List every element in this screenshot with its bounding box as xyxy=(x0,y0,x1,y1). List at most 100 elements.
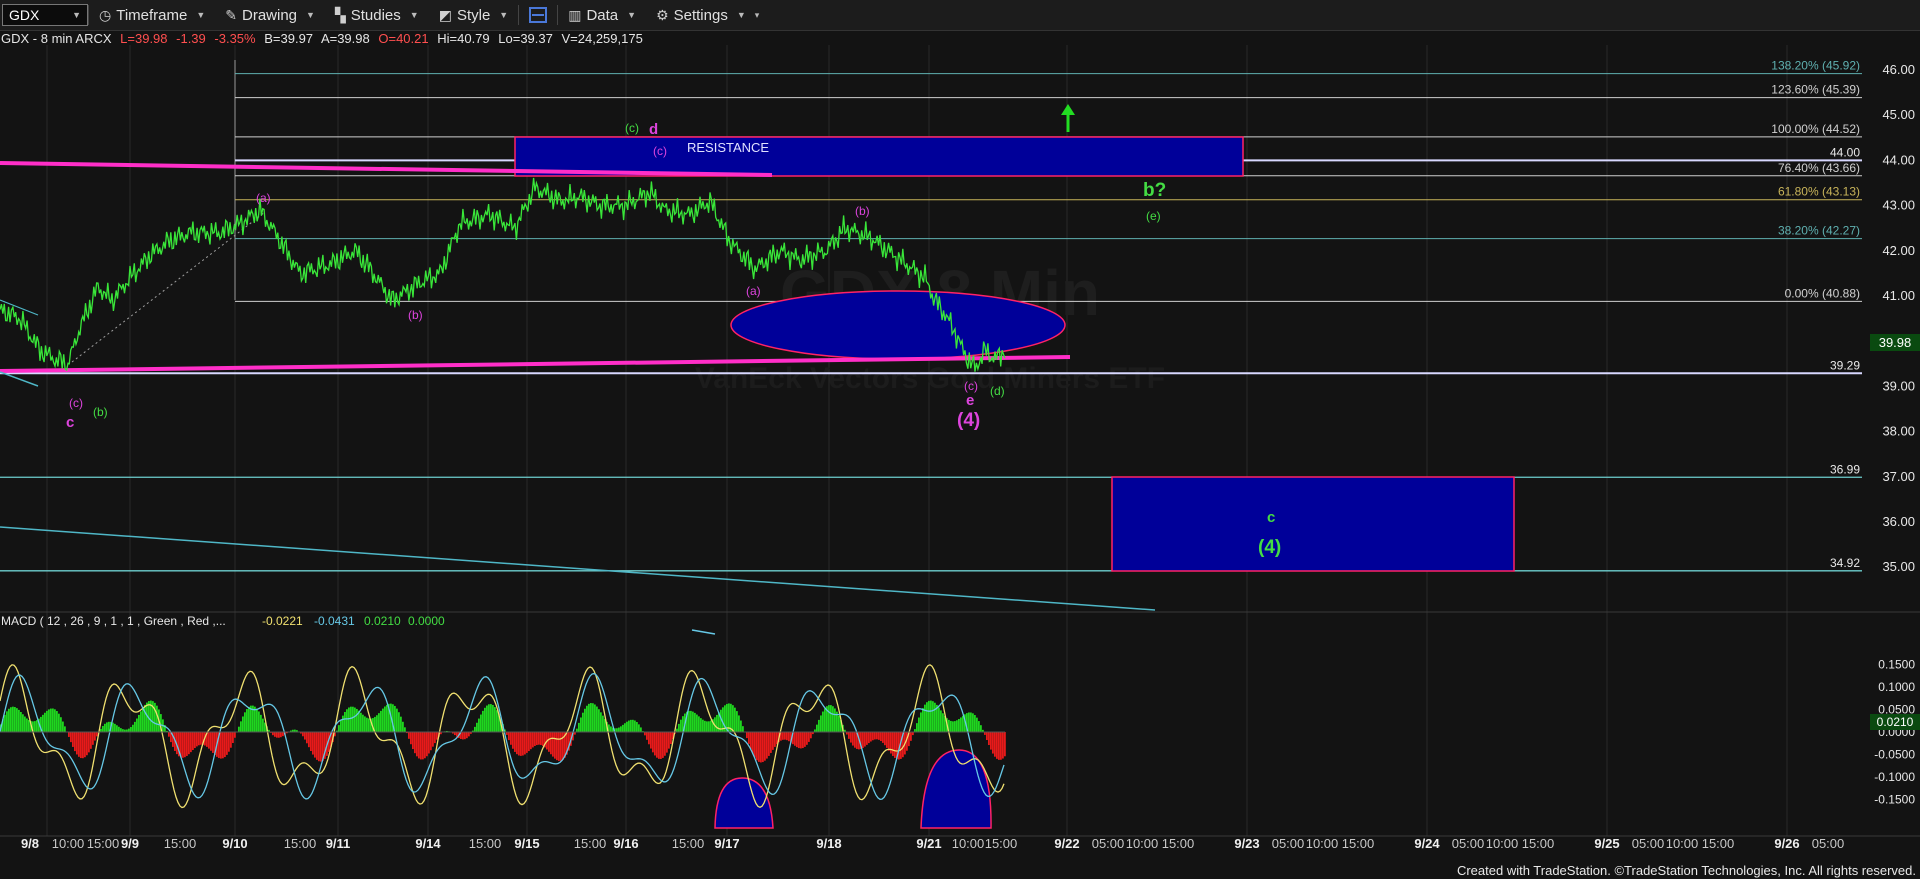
macd-histogram-bar xyxy=(680,719,682,732)
time-tick-label: 15:00 xyxy=(672,836,705,851)
settings-menu[interactable]: ⚙ Settings ▼ ▾ xyxy=(646,0,769,30)
time-tick-label: 15:00 xyxy=(1522,836,1555,851)
macd-histogram-bar xyxy=(562,732,564,760)
fib-level-label: 0.00% (40.88) xyxy=(1785,286,1860,300)
chevron-down-icon: ▼ xyxy=(72,10,81,20)
macd-histogram-bar xyxy=(656,732,658,758)
macd-histogram-bar xyxy=(810,732,812,739)
macd-histogram-bar xyxy=(942,713,944,732)
macd-histogram-bar xyxy=(852,732,854,746)
time-tick-label: 9/26 xyxy=(1774,836,1799,851)
macd-histogram-bar xyxy=(62,721,64,732)
macd-tick-label: 0.1000 xyxy=(1878,680,1915,694)
macd-histogram-bar xyxy=(78,732,80,757)
macd-histogram-bar xyxy=(514,732,516,752)
macd-histogram-bar xyxy=(688,710,690,732)
macd-histogram-bar xyxy=(702,719,704,732)
price-tick-label: 44.00 xyxy=(1882,152,1915,167)
macd-histogram-bar xyxy=(246,709,248,732)
support-ellipse[interactable] xyxy=(730,290,1066,360)
macd-histogram-bar xyxy=(104,723,106,732)
wave-label: (b) xyxy=(855,204,870,218)
price-chart[interactable]: GDX 8 Min VanEck Vectors Gold Miners ETF… xyxy=(0,0,1920,879)
time-tick-label: 10:00 xyxy=(1486,836,1519,851)
data-menu[interactable]: ▥ Data ▼ xyxy=(558,0,646,30)
level-label: 36.99 xyxy=(1830,462,1860,476)
macd-histogram-bar xyxy=(892,732,894,756)
macd-histogram-bar xyxy=(996,732,998,759)
macd-histogram-bar xyxy=(894,732,896,758)
macd-histogram-bar xyxy=(644,732,646,736)
price-axis[interactable]: 46.0045.0044.0043.0042.0041.0040.0039.00… xyxy=(1882,62,1915,574)
macd-histogram-bar xyxy=(464,732,466,740)
macd-histogram-bar xyxy=(258,711,260,732)
fib-level-label: 123.60% (45.39) xyxy=(1771,83,1860,97)
macd-histogram-bar xyxy=(828,705,830,732)
macd-histogram-bar xyxy=(560,732,562,761)
fib-level-label: 61.80% (43.13) xyxy=(1778,185,1860,199)
macd-histogram-bar xyxy=(756,732,758,761)
symbol-selector[interactable]: GDX ▼ xyxy=(2,4,88,26)
macd-histogram-bar xyxy=(950,720,952,732)
price-tick-label: 42.00 xyxy=(1882,243,1915,258)
macd-histogram-bar xyxy=(784,732,786,740)
timeframe-menu[interactable]: ◷ Timeframe ▼ xyxy=(89,0,215,30)
cyan-trendline[interactable] xyxy=(0,526,1156,611)
macd-histogram-bar xyxy=(916,723,918,732)
macd-histogram-bar xyxy=(382,708,384,732)
chevron-down-icon: ▼ xyxy=(409,10,419,20)
fib-level-label: 76.40% (43.66) xyxy=(1778,161,1860,175)
time-tick-label: 15:00 xyxy=(1162,836,1195,851)
macd-histogram-bar xyxy=(344,711,346,732)
macd-histogram-bar xyxy=(4,714,6,732)
macd-histogram-bar xyxy=(626,721,628,732)
macd-histogram-bar xyxy=(580,717,582,732)
time-tick-label: 9/11 xyxy=(326,836,351,851)
data-label: Data xyxy=(586,6,619,24)
drawing-menu[interactable]: ✎ Drawing ▼ xyxy=(215,0,325,30)
macd-histogram-bar xyxy=(648,732,650,745)
macd-histogram-bar xyxy=(932,701,934,732)
macd-histogram-bar xyxy=(548,732,550,752)
wave-label: (c) xyxy=(69,396,83,410)
macd-histogram-bar xyxy=(408,732,410,739)
macd-histogram-bar xyxy=(910,732,912,741)
macd-histogram-bar xyxy=(694,712,696,732)
resistance-label: RESISTANCE xyxy=(687,140,769,155)
cyan-trendline-left[interactable] xyxy=(0,299,39,316)
resistance-zone[interactable] xyxy=(514,136,1244,177)
macd-histogram-bar xyxy=(128,728,130,732)
wave-label: c xyxy=(1267,509,1275,526)
macd-histogram-bar xyxy=(940,710,942,732)
macd-histogram-bar xyxy=(478,718,480,732)
macd-histogram-bar xyxy=(48,709,50,732)
macd-histogram-bar xyxy=(834,708,836,732)
macd-histogram-bar xyxy=(424,732,426,759)
macd-histogram-bar xyxy=(248,706,250,732)
style-menu[interactable]: ◩ Style ▼ xyxy=(429,0,519,30)
macd-histogram-bar xyxy=(232,732,234,744)
studies-label: Studies xyxy=(350,6,401,24)
macd-histogram-bar xyxy=(538,732,540,745)
style-label: Style xyxy=(456,6,491,24)
chevron-down-icon: ▼ xyxy=(306,10,315,20)
target-zone[interactable] xyxy=(1111,476,1515,572)
studies-menu[interactable]: ▚ Studies ▼ xyxy=(325,0,429,30)
macd-histogram-bar xyxy=(456,732,458,737)
macd-histogram-bar xyxy=(954,721,956,732)
time-axis[interactable]: 9/8 10:00 15:00 9/9 15:00 9/10 15:00 9/11 9/14 15… xyxy=(21,836,1844,851)
macd-histogram-bar xyxy=(956,720,958,732)
macd-histogram-bar xyxy=(952,721,954,732)
time-tick-label: 9/21 xyxy=(916,836,941,851)
macd-histogram-bar xyxy=(348,707,350,732)
macd-histogram-bar xyxy=(368,718,370,732)
macd-histogram-bar xyxy=(144,704,146,732)
last-price: L=39.98 xyxy=(120,31,168,46)
layout-button[interactable] xyxy=(519,0,557,30)
macd-histogram-bar xyxy=(794,732,796,746)
macd-tick-label: -0.1500 xyxy=(1874,793,1915,807)
macd-histogram-bar xyxy=(938,707,940,732)
macd-histogram-bar xyxy=(260,714,262,732)
macd-value-4: 0.0000 xyxy=(408,614,445,628)
macd-histogram-bar xyxy=(58,713,60,732)
